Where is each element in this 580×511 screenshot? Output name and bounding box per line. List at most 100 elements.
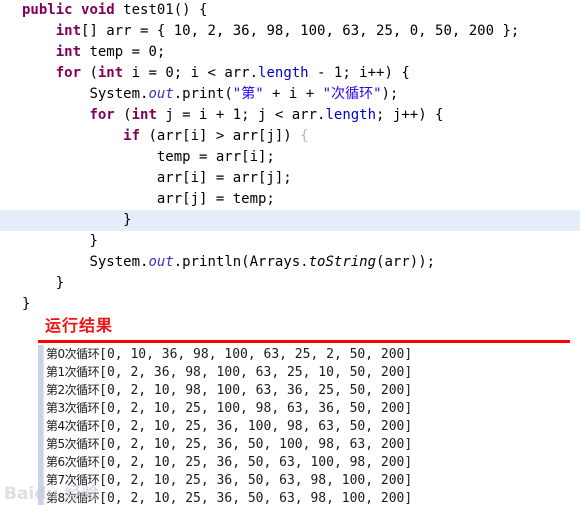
code-token: length [258, 65, 309, 81]
console-line: 第8次循环[0, 2, 10, 25, 36, 50, 63, 98, 100,… [46, 489, 580, 507]
code-token: { [300, 128, 309, 144]
code-token: - 1; i++) { [308, 65, 410, 81]
console-line: 第6次循环[0, 2, 10, 25, 36, 50, 63, 100, 98,… [46, 453, 580, 471]
code-line: for (int i = 0; i < arr.length - 1; i++)… [0, 63, 580, 84]
console-line-array: [0, 2, 10, 98, 100, 63, 36, 25, 50, 200] [99, 383, 413, 398]
code-token: (arr)); [376, 254, 436, 270]
console-line: 第2次循环[0, 2, 10, 98, 100, 63, 36, 25, 50,… [46, 381, 580, 399]
code-token: arr[j] = temp; [156, 191, 275, 207]
result-divider [38, 340, 570, 343]
code-token: System. [89, 254, 149, 270]
console-line-array: [0, 2, 10, 25, 36, 50, 100, 98, 63, 200] [99, 437, 413, 452]
console-line-array: [0, 10, 36, 98, 100, 63, 25, 2, 50, 200] [99, 347, 413, 362]
code-token: length [325, 107, 377, 123]
code-token: int [55, 23, 82, 39]
code-token: } [89, 233, 98, 249]
code-line: public void test01() { [0, 0, 580, 21]
console-line-array: [0, 2, 36, 98, 100, 63, 25, 10, 50, 200] [99, 365, 413, 380]
console-line: 第4次循环[0, 2, 10, 25, 36, 100, 98, 63, 50,… [46, 417, 580, 435]
code-token: } [22, 296, 31, 312]
code-token: (arr[i] > arr[j]) [140, 128, 301, 144]
console-line: 第0次循环[0, 10, 36, 98, 100, 63, 25, 2, 50,… [46, 345, 580, 363]
console-line: 第1次循环[0, 2, 36, 98, 100, 63, 25, 10, 50,… [46, 363, 580, 381]
code-token: test01() { [114, 2, 208, 18]
code-line: } [0, 273, 580, 294]
console-line-list: 第0次循环[0, 10, 36, 98, 100, 63, 25, 2, 50,… [0, 345, 580, 507]
code-token: public [22, 2, 73, 18]
code-token: temp = arr[i]; [156, 149, 275, 165]
code-line: int temp = 0; [0, 42, 580, 63]
console-line-label: 第4次循环 [46, 419, 100, 433]
console-line-label: 第2次循环 [46, 383, 100, 397]
code-line: if (arr[i] > arr[j]) { [0, 126, 580, 147]
code-token: temp = 0; [81, 44, 166, 60]
console-line-label: 第6次循环 [46, 455, 100, 469]
code-line: } [0, 231, 580, 252]
code-token: int [131, 107, 157, 123]
code-token: out [148, 254, 174, 270]
code-token: .println(Arrays. [173, 254, 309, 270]
code-token: for [55, 65, 82, 81]
code-token: out [148, 86, 174, 102]
code-token: System. [89, 86, 149, 102]
code-line: arr[i] = arr[j]; [0, 168, 580, 189]
console-line-array: [0, 2, 10, 25, 36, 50, 63, 98, 100, 200] [99, 473, 413, 488]
console-line-label: 第7次循环 [46, 473, 100, 487]
console-output-pane: 第0次循环[0, 10, 36, 98, 100, 63, 25, 2, 50,… [0, 345, 580, 511]
code-line: temp = arr[i]; [0, 147, 580, 168]
console-line-array: [0, 2, 10, 25, 36, 100, 98, 63, 50, 200] [99, 419, 413, 434]
result-title: 运行结果 [45, 316, 114, 335]
code-token: ( [114, 107, 132, 123]
code-line: } [0, 294, 580, 315]
code-line: System.out.println(Arrays.toString(arr))… [0, 252, 580, 273]
code-token: ; j++) { [376, 107, 444, 123]
code-token: } [55, 275, 65, 291]
code-line: for (int j = i + 1; j < arr.length; j++)… [0, 105, 580, 126]
code-token: if [123, 128, 141, 144]
console-gutter-bar [38, 345, 44, 505]
code-token: ); [381, 86, 399, 102]
console-line-array: [0, 2, 10, 25, 100, 98, 63, 36, 50, 200] [99, 401, 413, 416]
code-token: j = i + 1; j < arr. [156, 107, 326, 123]
code-token: "次循环" [322, 86, 382, 102]
console-line-label: 第1次循环 [46, 365, 100, 379]
code-token: "第" [232, 86, 264, 102]
code-line: int[] arr = { 10, 2, 36, 98, 100, 63, 25… [0, 21, 580, 42]
console-line: 第7次循环[0, 2, 10, 25, 36, 50, 63, 98, 100,… [46, 471, 580, 489]
code-line: arr[j] = temp; [0, 189, 580, 210]
console-line-label: 第0次循环 [46, 347, 100, 361]
code-token: } [123, 212, 132, 228]
code-editor-pane: public void test01() { int[] arr = { 10,… [0, 0, 580, 312]
console-line: 第3次循环[0, 2, 10, 25, 100, 98, 63, 36, 50,… [46, 399, 580, 417]
code-token: int [55, 44, 82, 60]
code-token: + i + [263, 86, 323, 102]
code-token: void [81, 2, 115, 18]
code-token: arr[i] = arr[j]; [156, 170, 292, 186]
code-token: int [97, 65, 124, 81]
code-token: [] arr = { 10, 2, 36, 98, 100, 63, 25, 0… [81, 23, 520, 39]
console-line: 第5次循环[0, 2, 10, 25, 36, 50, 100, 98, 63,… [46, 435, 580, 453]
console-line-array: [0, 2, 10, 25, 36, 50, 63, 100, 98, 200] [99, 455, 413, 470]
code-token: ( [81, 65, 98, 81]
code-token: toString [308, 254, 377, 270]
code-token: for [89, 107, 115, 123]
console-line-label: 第8次循环 [46, 491, 100, 505]
code-token: i = 0; i < arr. [123, 65, 259, 81]
code-line: System.out.print("第" + i + "次循环"); [0, 84, 580, 105]
console-line-label: 第5次循环 [46, 437, 100, 451]
console-line-label: 第3次循环 [46, 401, 100, 415]
